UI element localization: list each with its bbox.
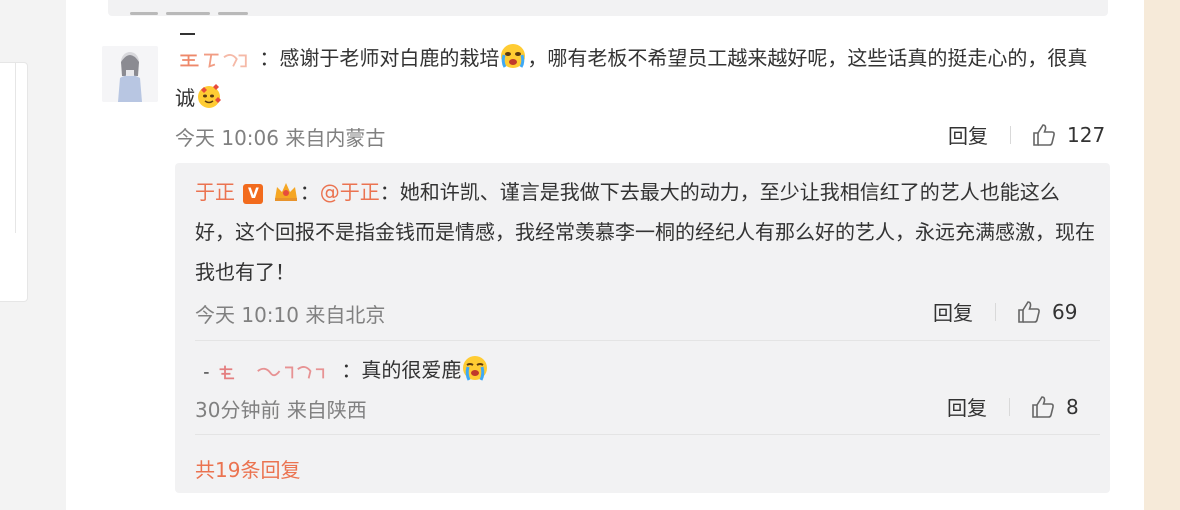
reply-button[interactable]: 回复 xyxy=(948,120,988,149)
left-side-panel xyxy=(0,62,28,302)
reply-time: 30分钟前 xyxy=(195,398,281,422)
comment-time: 今天 10:06 xyxy=(175,126,279,150)
like-count: 127 xyxy=(1067,122,1106,147)
reply-author-name[interactable] xyxy=(195,358,341,382)
like-icon[interactable] xyxy=(1030,394,1056,420)
main-comment-text: ：感谢于老师对白鹿的栽培 ，哪有老板不希望员工越来越好呢，这些话真的挺走心的，很… xyxy=(175,38,1105,118)
like-icon[interactable] xyxy=(1031,122,1057,148)
crown-icon xyxy=(274,183,297,201)
reply-divider xyxy=(195,340,1100,341)
mention-link[interactable]: @于正 xyxy=(320,180,380,204)
reply-actions: 回复 8 xyxy=(947,392,1079,421)
like-count: 8 xyxy=(1066,394,1079,419)
verified-badge-icon: V xyxy=(243,184,264,204)
reply-body: ：真的很爱鹿 xyxy=(341,358,462,382)
reply-actions: 回复 69 xyxy=(933,297,1077,326)
more-replies-link[interactable]: 共19条回复 xyxy=(195,454,300,483)
crying-emoji-icon xyxy=(463,356,488,381)
like-count: 69 xyxy=(1052,299,1078,324)
reply-meta: 今天 10:10 来自北京 xyxy=(195,299,385,328)
reply-text: 于正 V ：@于正：她和许凯、谨言是我做下去最大的动力，至少让我相信红了的艺人也… xyxy=(195,172,1095,292)
reply-meta: 30分钟前 来自陕西 xyxy=(195,394,367,423)
divider xyxy=(1009,397,1010,416)
comment-author-name[interactable] xyxy=(175,46,259,70)
reply-author-name[interactable]: 于正 xyxy=(195,180,235,204)
blurred-username xyxy=(204,365,325,379)
reply-button[interactable]: 回复 xyxy=(947,392,987,421)
like-icon[interactable] xyxy=(1016,299,1042,325)
love-emoji-icon xyxy=(198,84,221,108)
divider xyxy=(1010,125,1011,144)
crying-emoji-icon xyxy=(501,44,526,68)
right-gutter xyxy=(1144,0,1180,510)
reply-button[interactable]: 回复 xyxy=(933,297,973,326)
reply-divider xyxy=(195,434,1100,435)
comment-source: 来自内蒙古 xyxy=(285,126,386,150)
reply-time: 今天 10:10 xyxy=(195,303,299,327)
reply-source: 来自陕西 xyxy=(286,398,367,422)
blurred-username xyxy=(180,53,247,68)
avatar[interactable] xyxy=(102,46,158,102)
reply-source: 来自北京 xyxy=(305,303,386,327)
comment-meta: 今天 10:06 来自内蒙古 xyxy=(175,122,385,151)
comment-actions: 回复 127 xyxy=(948,120,1105,149)
reply-text: ：真的很爱鹿 xyxy=(195,350,1095,390)
divider xyxy=(995,302,996,321)
dash-mark xyxy=(180,33,195,35)
comment-text-part-a: ：感谢于老师对白鹿的栽培 xyxy=(259,46,500,70)
previous-comment-fragment xyxy=(108,0,1108,16)
reply-colon: ： xyxy=(299,180,320,204)
